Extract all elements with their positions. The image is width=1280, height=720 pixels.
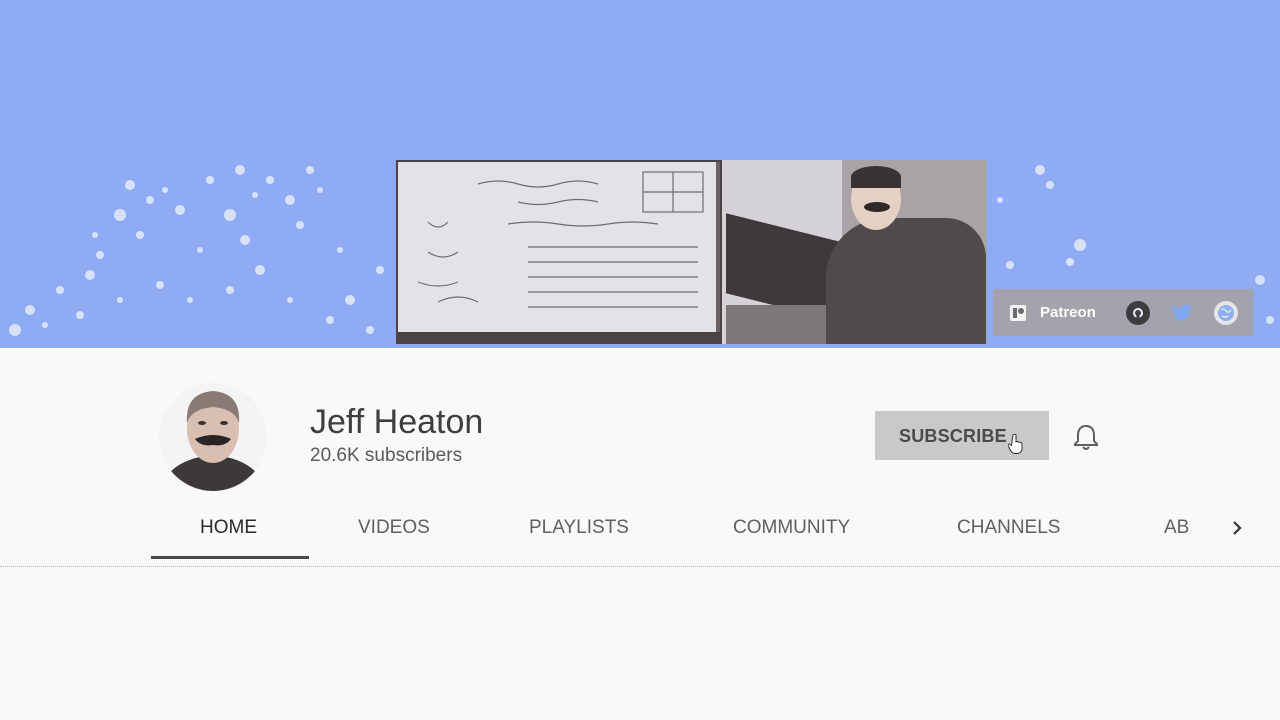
hand-cursor-icon <box>1008 433 1023 454</box>
active-tab-indicator <box>151 556 309 559</box>
tab-videos[interactable]: VIDEOS <box>358 500 430 560</box>
channel-banner: Patreon <box>0 0 1280 348</box>
whiteboard-image <box>398 162 720 332</box>
tab-playlists[interactable]: PLAYLISTS <box>529 500 629 560</box>
tab-about[interactable]: AB <box>1164 500 1189 560</box>
patreon-link[interactable]: Patreon <box>993 304 1096 321</box>
github-icon[interactable] <box>1125 300 1150 325</box>
tab-community[interactable]: COMMUNITY <box>733 500 850 560</box>
twitter-icon[interactable] <box>1170 301 1194 325</box>
channel-avatar[interactable] <box>159 383 267 491</box>
patreon-icon <box>1010 304 1026 321</box>
subscriber-count: 20.6K subscribers <box>310 445 463 466</box>
patreon-label: Patreon <box>1040 304 1096 321</box>
bell-icon[interactable] <box>1073 423 1099 451</box>
web-icon[interactable] <box>1213 300 1238 325</box>
tab-home[interactable]: HOME <box>200 500 257 560</box>
channel-content-area <box>0 567 1280 720</box>
chevron-right-icon[interactable] <box>1226 517 1248 539</box>
subscribe-label: SUBSCRIBE <box>899 426 1007 446</box>
banner-photo <box>396 160 987 344</box>
channel-links-bar: Patreon <box>993 289 1253 336</box>
person-image <box>826 218 986 344</box>
tab-channels[interactable]: CHANNELS <box>957 500 1060 560</box>
channel-name: Jeff Heaton <box>310 403 484 441</box>
